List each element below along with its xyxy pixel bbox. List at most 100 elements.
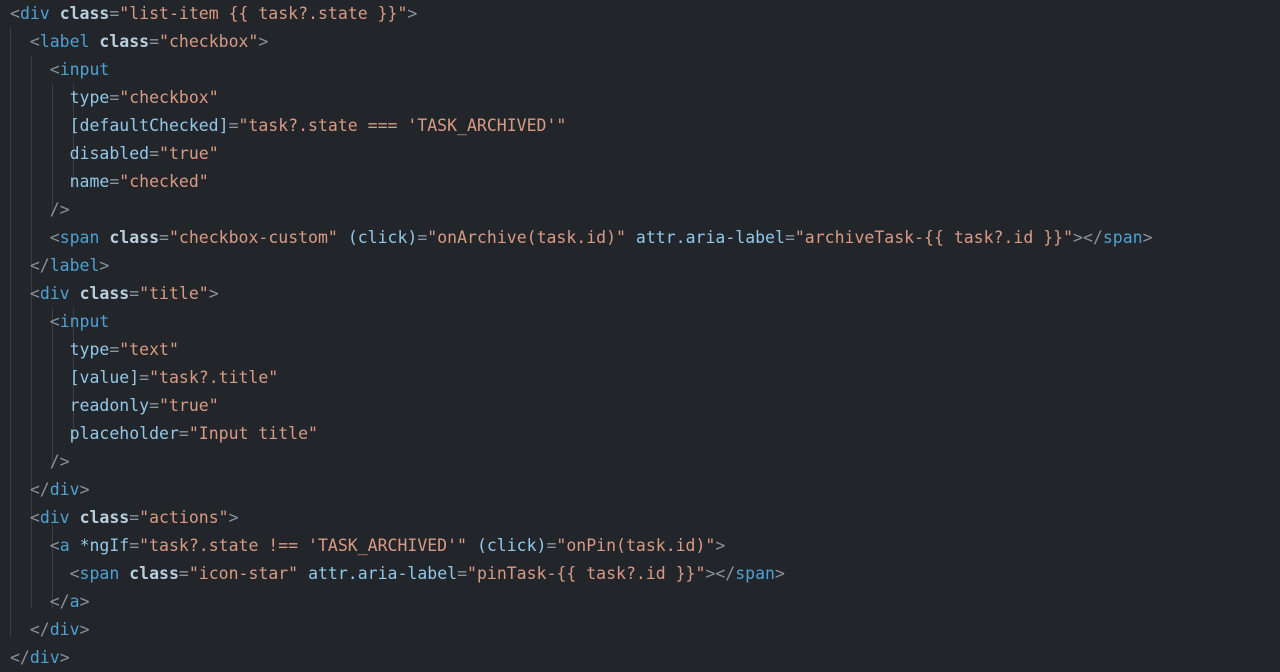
code-line[interactable]: <div class="title">	[0, 280, 1280, 308]
token-tag: label	[49, 256, 100, 275]
code-lines: <div class="list-item {{ task?.state }}"…	[0, 0, 1280, 672]
code-line[interactable]: <a *ngIf="task?.state !== 'TASK_ARCHIVED…	[0, 532, 1280, 560]
token-punct: </	[29, 256, 50, 275]
token-punct: />	[49, 200, 70, 219]
token-eq: =	[417, 228, 428, 247]
code-line[interactable]: readonly="true"	[0, 392, 1280, 420]
code-line[interactable]: <div class="list-item {{ task?.state }}"…	[0, 0, 1280, 28]
code-line[interactable]: [value]="task?.title"	[0, 364, 1280, 392]
token-punct: ></	[705, 564, 736, 583]
code-line[interactable]: <span class="icon-star" attr.aria-label=…	[0, 560, 1280, 588]
code-line[interactable]: </div>	[0, 616, 1280, 644]
token-directive: (click)	[476, 536, 547, 555]
code-line[interactable]: name="checked"	[0, 168, 1280, 196]
token-eq: =	[228, 116, 239, 135]
token-eq: =	[784, 228, 795, 247]
token-eq: =	[546, 536, 557, 555]
token-punct: >	[208, 284, 219, 303]
token-punct: <	[69, 564, 80, 583]
token-directive: attr.aria-label	[635, 228, 785, 247]
token-attr-class: class	[79, 508, 130, 527]
token-punct: <	[29, 508, 40, 527]
token-punct: <	[49, 228, 60, 247]
token-tag: div	[49, 620, 80, 639]
code-line[interactable]: [defaultChecked]="task?.state === 'TASK_…	[0, 112, 1280, 140]
token-punct: >	[775, 564, 785, 583]
token-tag: div	[49, 480, 80, 499]
token-punct: <	[10, 4, 20, 23]
token-tag: span	[1102, 228, 1143, 247]
token-punct: </	[29, 620, 50, 639]
code-line[interactable]: type="checkbox"	[0, 84, 1280, 112]
code-line[interactable]: </label>	[0, 252, 1280, 280]
token-punct: >	[59, 648, 70, 667]
token-punct: <	[49, 312, 60, 331]
code-line[interactable]: </a>	[0, 588, 1280, 616]
token-punct: >	[258, 32, 269, 51]
token-punct: <	[29, 32, 40, 51]
code-line[interactable]: <input	[0, 308, 1280, 336]
token-attr: disabled	[69, 144, 150, 163]
token-string: "checked"	[119, 172, 209, 191]
token-tag: div	[29, 648, 60, 667]
token-attr-class: class	[109, 228, 160, 247]
token-punct: >	[1142, 228, 1153, 247]
token-string: "Input title"	[188, 424, 318, 443]
token-punct: <	[49, 536, 60, 555]
code-line[interactable]: placeholder="Input title"	[0, 420, 1280, 448]
code-line[interactable]: <label class="checkbox">	[0, 28, 1280, 56]
token-attr-class: class	[99, 32, 150, 51]
token-eq: =	[139, 368, 150, 387]
token-string: "icon-star"	[188, 564, 299, 583]
code-line[interactable]: <input	[0, 56, 1280, 84]
token-tag: span	[735, 564, 775, 583]
token-punct: <	[49, 60, 60, 79]
code-line[interactable]: <span class="checkbox-custom" (click)="o…	[0, 224, 1280, 252]
token-eq: =	[178, 564, 189, 583]
token-attr: readonly	[69, 396, 150, 415]
token-tag: a	[69, 592, 80, 611]
code-editor[interactable]: <div class="list-item {{ task?.state }}"…	[0, 0, 1280, 667]
token-tag: div	[19, 4, 50, 23]
token-punct: >	[79, 592, 90, 611]
token-punct: </	[29, 480, 50, 499]
token-eq: =	[129, 508, 140, 527]
code-line[interactable]: />	[0, 448, 1280, 476]
code-line[interactable]: disabled="true"	[0, 140, 1280, 168]
token-eq: =	[109, 340, 120, 359]
token-punct: <	[29, 284, 40, 303]
token-eq: =	[149, 32, 160, 51]
token-eq: =	[109, 172, 120, 191]
code-line[interactable]: type="text"	[0, 336, 1280, 364]
token-string: "true"	[159, 144, 219, 163]
code-line[interactable]: />	[0, 196, 1280, 224]
code-line[interactable]: </div>	[0, 476, 1280, 504]
token-eq: =	[149, 396, 160, 415]
token-punct: >	[407, 4, 418, 23]
code-line[interactable]: </div>	[0, 644, 1280, 672]
token-string: "list-item {{ task?.state }}"	[119, 4, 408, 23]
token-tag: div	[39, 508, 70, 527]
code-line[interactable]: <div class="actions">	[0, 504, 1280, 532]
token-eq: =	[129, 536, 140, 555]
token-string: "checkbox"	[159, 32, 259, 51]
token-string: "task?.state === 'TASK_ARCHIVED'"	[238, 116, 567, 135]
